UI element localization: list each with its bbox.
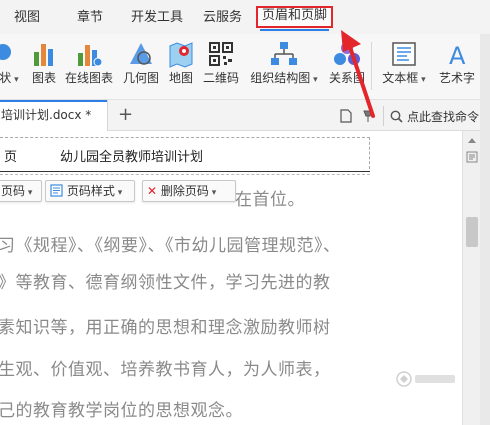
qrcode-icon	[209, 42, 233, 66]
qrcode-label: 二维码	[203, 71, 240, 85]
tab-chapter[interactable]: 章节	[77, 8, 103, 28]
online-chart-icon	[78, 45, 103, 67]
command-search-box[interactable]: 点此查找命令	[390, 105, 490, 127]
geometry-label: 几何图	[122, 71, 159, 85]
page-number-label: 页码	[1, 184, 26, 198]
delete-page-number-button[interactable]: ✕ 删除页码 ▾	[142, 180, 236, 202]
online-chart-button[interactable]: 在线图表	[63, 40, 115, 86]
scroll-up-icon[interactable]	[467, 135, 477, 145]
tab-header-footer[interactable]: 页眉和页脚	[256, 6, 334, 31]
page-number-style-button[interactable]: 页码样式 ▾	[45, 180, 135, 202]
textbox-label: 文本框	[382, 71, 419, 85]
shape-button[interactable]: 状 ▾	[0, 40, 24, 88]
wordart-label: 艺术字	[438, 71, 475, 85]
org-chart-label: 组织结构图	[250, 71, 311, 85]
page-number-button[interactable]: 页码 ▾	[0, 180, 42, 202]
page-style-icon	[50, 184, 63, 197]
org-chart-icon	[271, 42, 297, 65]
body-text-line: 己的教育教学岗位的思想观念。	[0, 401, 243, 421]
wordart-button[interactable]: A 艺术字	[434, 40, 480, 86]
body-text-line: 在首位。	[235, 190, 305, 210]
textbox-icon	[392, 42, 416, 66]
header-page-label: 页	[4, 150, 18, 165]
wordart-icon: A	[449, 42, 466, 68]
shape-icon	[0, 44, 11, 60]
search-icon	[390, 110, 403, 123]
document-tab-bar: 培训计划.docx * + 点此查找命令	[0, 100, 490, 131]
qrcode-button[interactable]: 二维码	[203, 40, 239, 86]
delete-icon: ✕	[147, 184, 158, 198]
svg-text:A: A	[449, 42, 466, 68]
scroll-thumb[interactable]	[466, 217, 478, 247]
tab-view[interactable]: 视图	[14, 8, 40, 28]
header-title: 幼儿园全员教师培训计划	[60, 150, 204, 165]
tab-cloud-service[interactable]: 云服务	[203, 8, 242, 28]
tab-developer-tools[interactable]: 开发工具	[131, 8, 183, 28]
textbox-button[interactable]: 文本框 ▾	[378, 40, 430, 88]
chart-button[interactable]: 图表	[29, 40, 59, 86]
shape-label: 状	[0, 71, 12, 85]
header-underline	[0, 171, 370, 172]
map-icon	[169, 42, 193, 68]
org-chart-button[interactable]: 组织结构图 ▾	[249, 40, 319, 88]
ribbon-toolbar: 状 ▾ 图表 在线图表 几何图 地图 二维码 组织结构图 ▾ 关系图 文本框 ▾…	[0, 34, 490, 100]
map-label: 地图	[168, 71, 193, 85]
page-number-style-label: 页码样式	[66, 184, 115, 198]
geometry-icon	[130, 43, 152, 65]
red-arrow-annotation	[341, 30, 375, 118]
watermark	[395, 368, 457, 390]
ruler-icon[interactable]	[466, 151, 478, 163]
window-edge	[480, 34, 490, 425]
document-page[interactable]: 页 幼儿园全员教师培训计划 在首位。 习《规程》、《纲要》、《市幼儿园管理规范》…	[0, 131, 462, 425]
new-tab-button[interactable]: +	[118, 104, 133, 126]
document-tab[interactable]: 培训计划.docx *	[0, 100, 108, 131]
docbar-separator	[383, 106, 384, 126]
online-chart-label: 在线图表	[64, 71, 113, 85]
page-header-region[interactable]: 页 幼儿园全员教师培训计划	[0, 137, 370, 169]
geometry-button[interactable]: 几何图	[121, 40, 161, 86]
body-text-line: 习《规程》、《纲要》、《市幼儿园管理规范》、	[0, 236, 341, 256]
map-button[interactable]: 地图	[167, 40, 195, 86]
body-text-line: 生观、价值观、培养教书育人，为人师表，	[0, 360, 331, 380]
document-tab-title: 培训计划.docx *	[1, 108, 92, 122]
command-search-label: 点此查找命令	[407, 110, 480, 124]
body-text-line: 》等教育、德育纲领性文件，学习先进的教	[0, 273, 331, 293]
header-boundary	[0, 174, 370, 175]
chart-label: 图表	[31, 71, 56, 85]
menu-tab-bar: 视图 章节 开发工具 云服务 页眉和页脚	[0, 0, 490, 34]
bar-chart-icon	[34, 44, 53, 66]
vertical-scrollbar[interactable]	[462, 131, 480, 425]
delete-page-number-label: 删除页码	[160, 184, 209, 198]
body-text-line: 素知识等，用正确的思想和理念激励教师树	[0, 318, 331, 338]
